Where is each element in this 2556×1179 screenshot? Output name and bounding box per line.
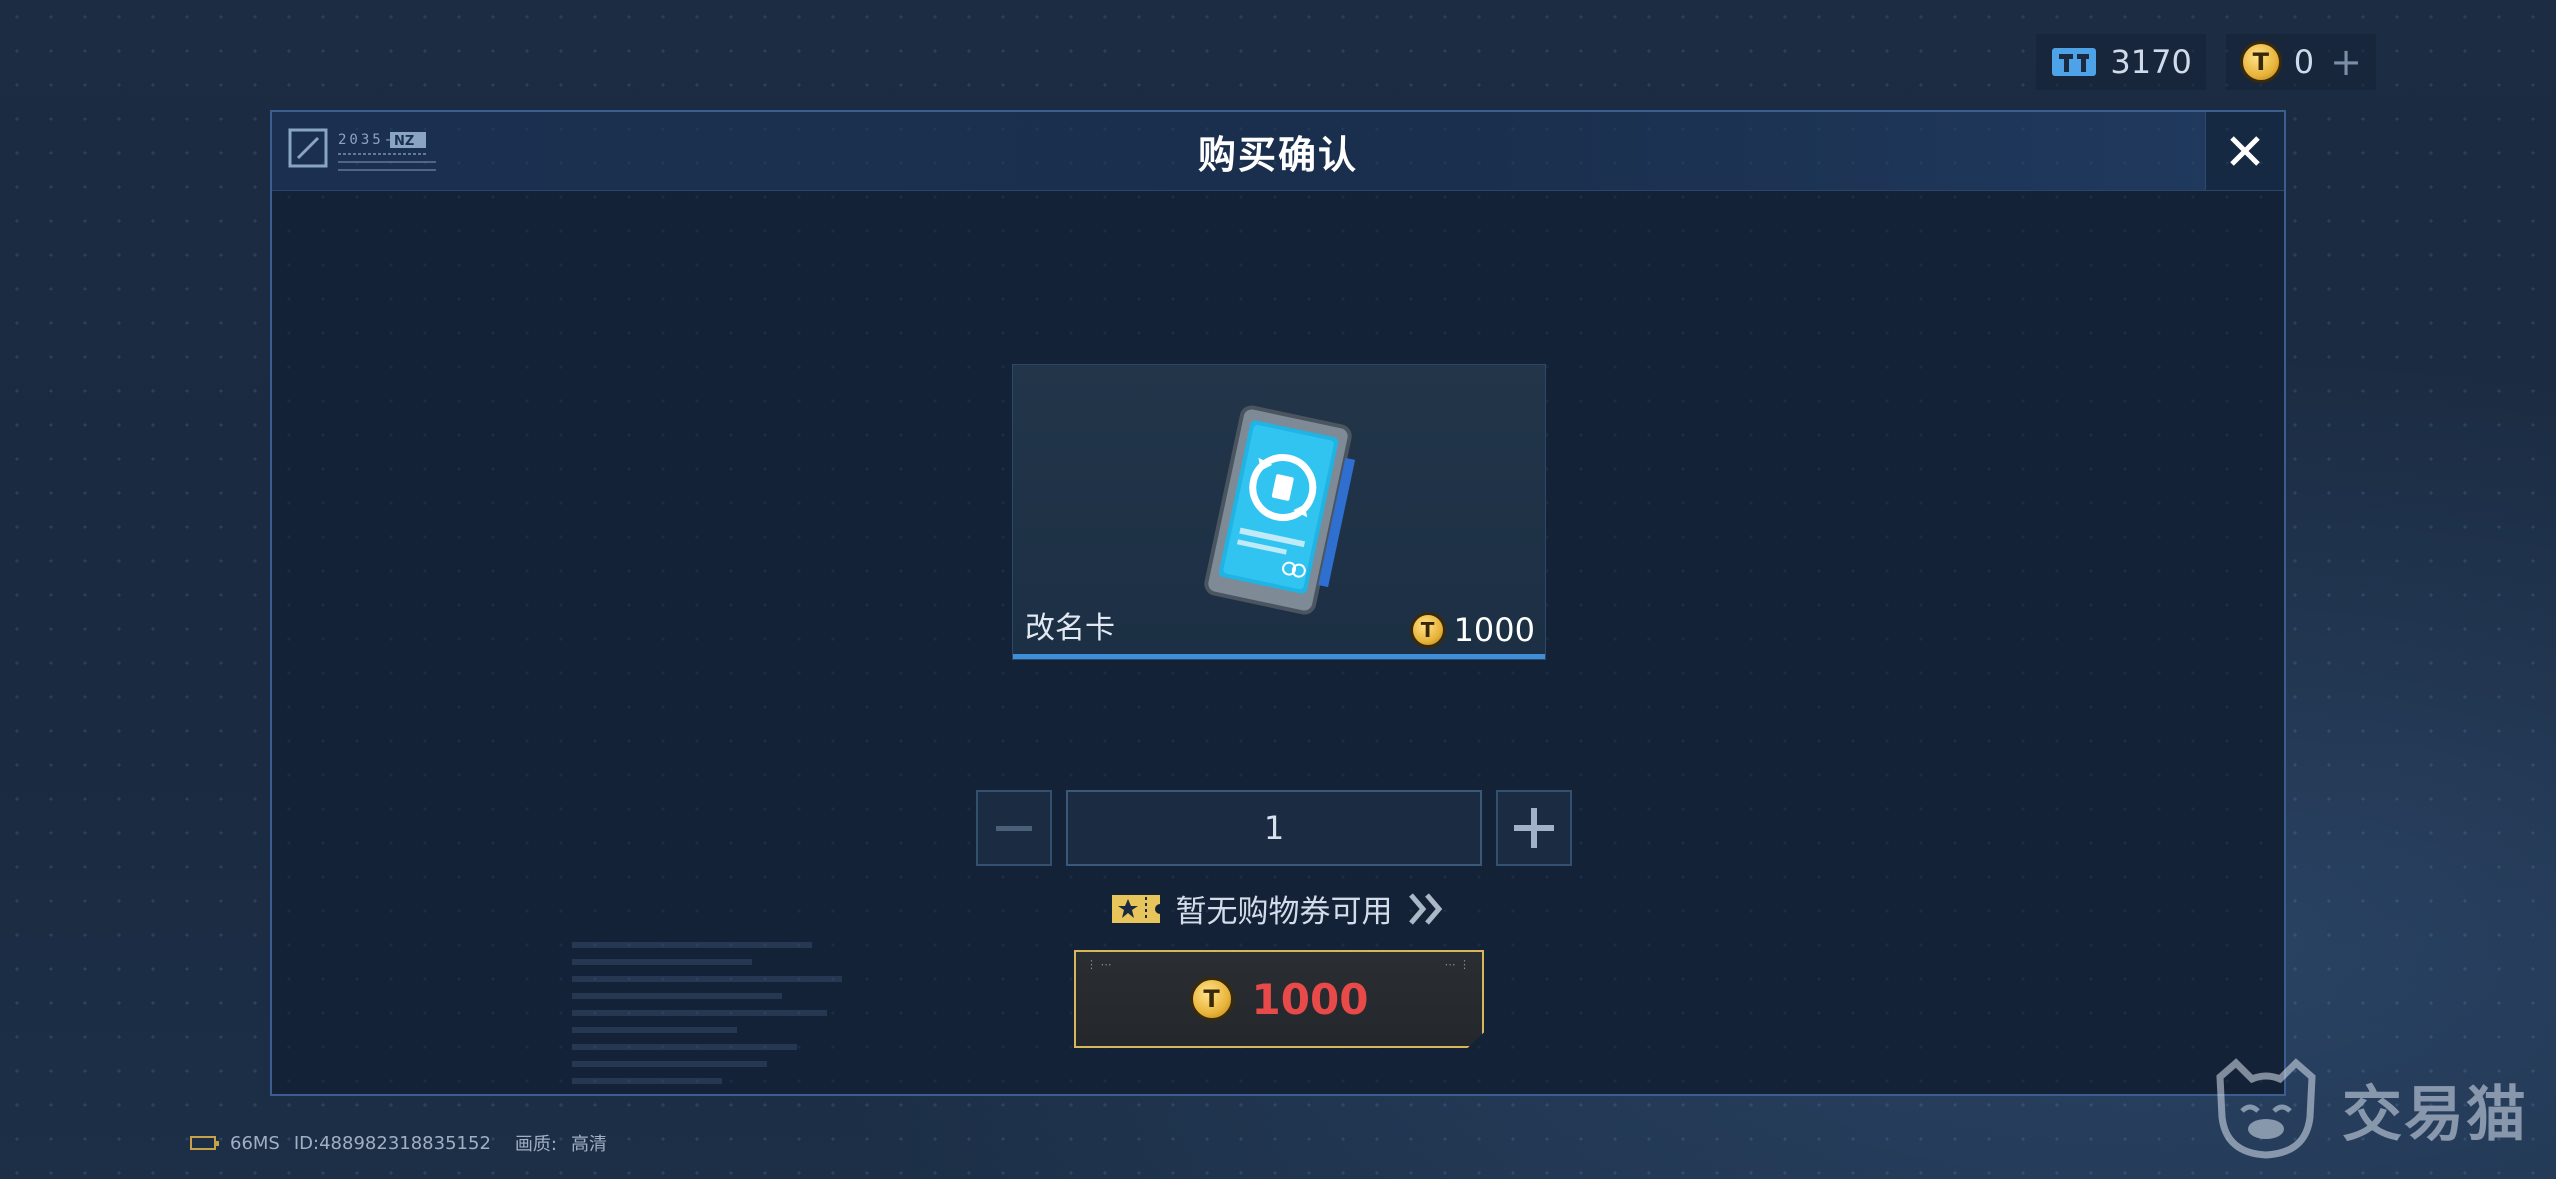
dialog-header: 2035- NZ 购买确认 <box>272 112 2284 191</box>
add-coin-button[interactable]: + <box>2330 43 2362 81</box>
buy-button[interactable]: ⋮ ⋯ ⋯ ⋮ T 1000 <box>1074 950 1484 1048</box>
buy-price: 1000 <box>1251 974 1369 1024</box>
minus-icon <box>996 826 1032 831</box>
decorative-text-block <box>572 942 872 1095</box>
item-card: 改名卡 T 1000 <box>1012 364 1546 660</box>
quality-label: 画质: <box>514 1134 557 1155</box>
ticket-value: 3170 <box>2110 43 2192 81</box>
coin-value: 0 <box>2293 43 2315 81</box>
coin-icon: T <box>2239 41 2282 83</box>
ticket-currency: 3170 <box>2036 34 2206 90</box>
item-price: T 1000 <box>1409 611 1535 649</box>
coin-icon: T <box>1409 612 1446 648</box>
close-button[interactable] <box>2205 112 2284 190</box>
coupon-selector[interactable]: 暂无购物券可用 <box>0 886 2556 931</box>
coupon-star-icon <box>1111 894 1160 923</box>
ping-value: 66MS <box>230 1132 280 1154</box>
plus-icon <box>1514 808 1554 848</box>
increase-button[interactable] <box>1496 790 1572 866</box>
cat-logo-icon <box>2216 1058 2316 1159</box>
coin-currency[interactable]: T 0 + <box>2225 34 2376 90</box>
battery-icon <box>190 1136 219 1150</box>
buy-corner-mark-right: ⋯ ⋮ <box>1444 958 1471 971</box>
quantity-stepper: 1 <box>976 790 1572 866</box>
quantity-input[interactable]: 1 <box>1066 790 1482 866</box>
item-name: 改名卡 <box>1025 611 1115 646</box>
coin-icon: T <box>1189 977 1234 1021</box>
coupon-text: 暂无购物券可用 <box>1175 894 1393 930</box>
dialog-title: 购买确认 <box>1197 132 1358 177</box>
watermark-text: 交易猫 <box>2342 1079 2528 1150</box>
game-screen: 3170 T 0 + 2035- NZ 购买确认 改名卡 T 1000 1 暂无… <box>0 0 2556 1179</box>
ticket-icon <box>2050 45 2098 79</box>
currency-bar: 3170 T 0 + <box>2036 34 2376 90</box>
double-chevron-right-icon <box>1408 892 1442 925</box>
status-bar: 66MS ID:488982318835152 画质: 高清 <box>190 1130 607 1156</box>
buy-corner-mark-left: ⋮ ⋯ <box>1086 958 1112 971</box>
item-price-value: 1000 <box>1453 611 1535 649</box>
quality-value: 高清 <box>570 1134 607 1155</box>
watermark: 交易猫 <box>2206 1057 2528 1161</box>
decrease-button[interactable] <box>976 790 1052 866</box>
rename-card-icon <box>1204 405 1356 615</box>
player-id: ID:488982318835152 <box>293 1132 491 1154</box>
close-icon <box>2230 136 2260 166</box>
